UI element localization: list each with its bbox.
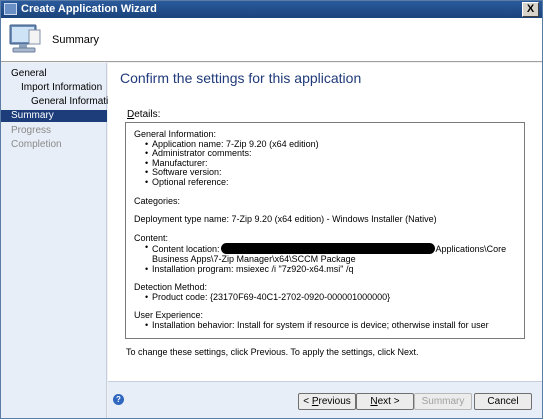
list-item: Installation behavior: Install for syste… [145,320,516,331]
wizard-window: Create Application Wizard X Summary Gene… [0,0,543,419]
next-accelerator: N [370,396,378,407]
nav-item-general[interactable]: General [1,68,107,80]
detection-list: Product code: {23170F69-40C1-2702-0920-0… [145,292,516,303]
header-title: Summary [52,34,100,46]
content-location-prefix: Content location: [152,244,220,255]
list-item: Optional reference: [145,177,516,188]
nav-item-general-information[interactable]: General Information [1,96,119,108]
close-button[interactable]: X [522,2,539,17]
cancel-button[interactable]: Cancel [474,393,532,410]
content-location-continuation: Business Apps\7-Zip Manager\x64\SCCM Pac… [152,253,356,264]
content-heading: Content: [134,232,169,243]
ux-list: Installation behavior: Install for syste… [145,320,516,331]
list-item: Installation program: msiexec /i "7z920-… [145,264,516,275]
wizard-header: Summary [1,18,542,62]
details-label: Details: [127,109,160,120]
instruction-text: To change these settings, click Previous… [126,347,419,357]
next-label: ext > [377,396,400,407]
previous-label: revious [318,396,351,407]
wizard-nav: General Import Information General Infor… [1,63,119,418]
details-label-text: etails: [134,109,161,120]
redaction-bar [220,243,435,255]
nav-item-progress: Progress [11,125,52,136]
computer-monitor-icon [9,24,41,53]
general-list: Application name: 7-Zip 9.20 (x64 editio… [145,139,516,188]
help-icon[interactable]: ? [113,394,124,405]
nav-item-completion: Completion [11,139,62,150]
page-title: Confirm the settings for this applicatio… [120,70,362,86]
next-button[interactable]: Next > [356,393,414,410]
list-item: Content location: Applications\Core Busine… [145,243,516,264]
content-list: Content location: Applications\Core Busine… [145,243,516,274]
nav-item-summary[interactable]: Summary [1,110,107,122]
content-location-suffix: Applications\Core [435,244,507,255]
previous-button[interactable]: < Previous [298,393,356,410]
summary-button: Summary [414,393,472,410]
nav-item-import-information[interactable]: Import Information [1,82,107,94]
deployment-type-line: Deployment type name: 7-Zip 9.20 (x64 ed… [134,214,437,225]
previous-accelerator: P [311,396,319,407]
wizard-app-icon [4,3,17,15]
categories-heading: Categories: [134,195,181,206]
title-bar[interactable]: Create Application Wizard X [1,1,542,18]
details-textbox[interactable]: General Information: Application name: 7… [125,122,525,339]
previous-prefix: < [303,396,312,407]
list-item: Product code: {23170F69-40C1-2702-0920-0… [145,292,516,303]
window-title: Create Application Wizard [21,3,157,15]
main-content: Confirm the settings for this applicatio… [108,63,542,381]
